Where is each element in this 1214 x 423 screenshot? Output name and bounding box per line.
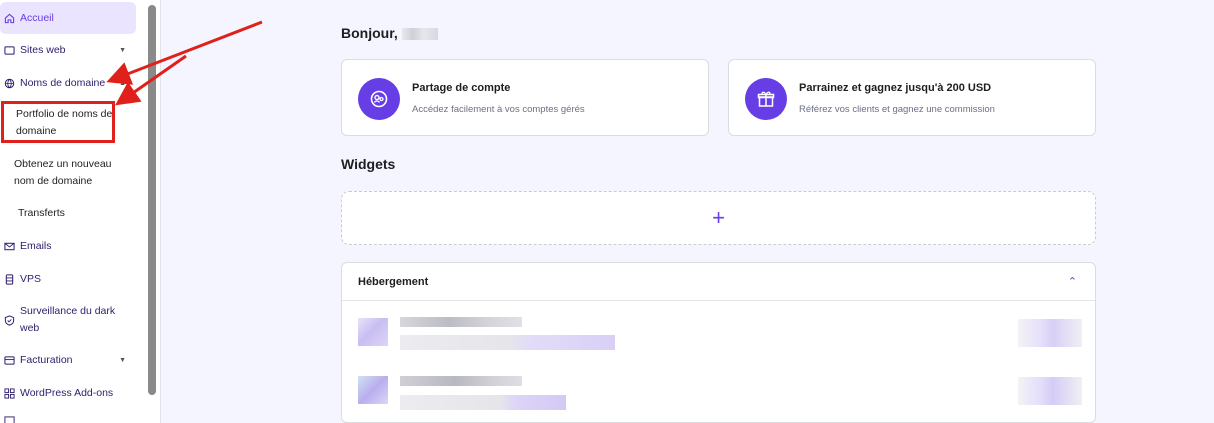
redacted-button[interactable] (1018, 377, 1082, 405)
sidebar-subitem-nouveau-domaine[interactable]: Obtenez un nouveau nom de domaine (14, 156, 124, 190)
hosting-row[interactable] (342, 371, 1095, 421)
card-title: Parrainez et gagnez jusqu'à 200 USD (799, 82, 992, 94)
mail-icon (4, 241, 15, 252)
sidebar: Accueil Sites web ▼ Noms de domaine ▲ Po… (0, 0, 161, 423)
referral-card[interactable]: Parrainez et gagnez jusqu'à 200 USD Réfé… (728, 59, 1096, 136)
greeting-text: Bonjour, (341, 25, 398, 41)
sidebar-item-noms-de-domaine[interactable]: Noms de domaine ▲ (0, 75, 136, 91)
sidebar-item-facturation[interactable]: Facturation ▼ (0, 352, 136, 368)
chevron-down-icon: ▼ (119, 46, 126, 54)
sidebar-item-label: VPS (20, 273, 42, 285)
plus-icon: + (712, 205, 725, 230)
page-title: Bonjour, (341, 25, 438, 41)
annotation-highlight-box (1, 101, 115, 143)
sidebar-item-label: Emails (20, 240, 52, 252)
sidebar-item-accueil[interactable]: Accueil (0, 2, 136, 34)
sidebar-item-wordpress-addons[interactable]: WordPress Add-ons (0, 385, 136, 401)
redacted-username (401, 28, 438, 41)
window-icon (4, 45, 15, 56)
widgets-heading: Widgets (341, 156, 396, 172)
chevron-up-icon: ▲ (119, 79, 126, 87)
hosting-title: Hébergement (358, 276, 429, 288)
sidebar-item-more[interactable] (0, 415, 136, 423)
billing-icon (4, 355, 15, 366)
redacted-thumbnail (358, 318, 388, 346)
sidebar-item-label: Surveillance du dark web (20, 305, 116, 334)
card-title: Partage de compte (412, 82, 511, 94)
sidebar-subitem-transferts[interactable]: Transferts (18, 205, 65, 222)
sidebar-item-sites-web[interactable]: Sites web ▼ (0, 42, 136, 58)
add-widget-button[interactable]: + (341, 191, 1096, 245)
sidebar-item-label: Sites web (20, 44, 66, 56)
sidebar-item-vps[interactable]: VPS (0, 271, 136, 287)
redacted-text (400, 335, 615, 350)
gift-icon (745, 78, 787, 120)
redacted-text (400, 376, 522, 386)
chevron-up-icon[interactable]: ⌃ (1068, 275, 1077, 288)
sidebar-item-label: Accueil (20, 12, 54, 24)
redacted-text (400, 395, 566, 410)
hosting-panel: Hébergement ⌃ (341, 262, 1096, 423)
card-description: Référez vos clients et gagnez une commis… (799, 104, 995, 115)
redacted-thumbnail (358, 376, 388, 404)
sidebar-item-label: Noms de domaine (20, 77, 106, 89)
sidebar-item-emails[interactable]: Emails (0, 238, 136, 254)
account-sharing-card[interactable]: Partage de compte Accédez facilement à v… (341, 59, 709, 136)
sidebar-item-dark-web[interactable]: Surveillance du dark web (0, 303, 136, 337)
sidebar-item-label: WordPress Add-ons (20, 387, 114, 399)
server-icon (4, 273, 15, 285)
redacted-text (400, 317, 522, 327)
shield-icon (4, 314, 15, 326)
hosting-panel-header[interactable]: Hébergement ⌃ (342, 263, 1095, 301)
grid-icon (4, 387, 15, 399)
list-icon (4, 415, 15, 423)
card-description: Accédez facilement à vos comptes gérés (412, 104, 585, 115)
hosting-row[interactable] (342, 311, 1095, 361)
redacted-button[interactable] (1018, 319, 1082, 347)
sidebar-scrollbar[interactable] (148, 5, 156, 395)
chevron-down-icon: ▼ (119, 356, 126, 364)
home-icon (4, 13, 15, 24)
globe-icon (4, 78, 15, 89)
account-share-icon (358, 78, 400, 120)
sidebar-item-label: Facturation (20, 354, 73, 366)
